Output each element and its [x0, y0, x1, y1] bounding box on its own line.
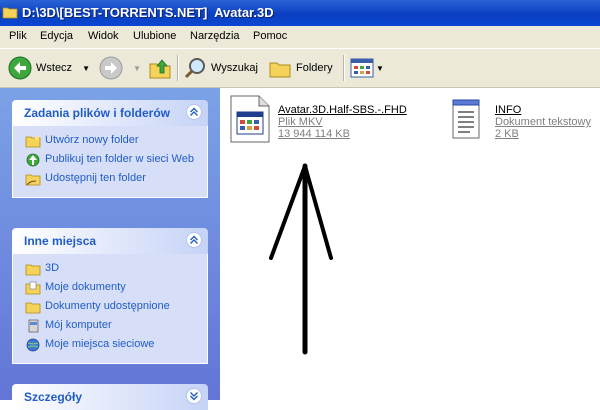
forward-arrow-icon — [99, 56, 123, 80]
tasks-panel-header[interactable]: Zadania plików i folderów — [12, 100, 208, 126]
menu-help[interactable]: Pomoc — [253, 30, 287, 42]
place-my-computer-label: Mój komputer — [45, 319, 112, 331]
expand-chevron-icon[interactable] — [186, 388, 202, 404]
back-arrow-icon — [8, 56, 32, 80]
folder-icon — [2, 7, 18, 19]
forward-button[interactable]: ▼ — [99, 56, 141, 80]
toolbar: Wstecz ▼ ▼ Wyszukaj Foldery ▼ — [0, 49, 600, 88]
back-dropdown-icon[interactable]: ▼ — [82, 64, 90, 73]
search-icon — [184, 58, 205, 79]
task-publish-web[interactable]: Publikuj ten folder w sieci Web — [13, 151, 207, 170]
publish-web-icon — [26, 153, 40, 167]
menu-file[interactable]: Plik — [9, 30, 27, 42]
shared-folder-icon — [25, 302, 41, 314]
place-network[interactable]: Moje miejsca sieciowe — [13, 336, 207, 355]
menu-view[interactable]: Widok — [88, 30, 119, 42]
place-3d-label: 3D — [45, 262, 60, 274]
places-panel: Inne miejsca 3D Moje dokumenty Dokumenty… — [12, 228, 208, 364]
place-my-documents[interactable]: Moje dokumenty — [13, 279, 207, 298]
place-shared-documents-label: Dokumenty udostępnione — [45, 300, 170, 312]
file-view[interactable]: Avatar.3D.Half-SBS.-.FHD Plik MKV 13 944… — [221, 88, 600, 400]
place-shared-documents[interactable]: Dokumenty udostępnione — [13, 298, 207, 317]
task-new-folder[interactable]: Utwórz nowy folder — [13, 132, 207, 151]
folder-icon — [25, 264, 41, 276]
up-folder-icon — [149, 59, 171, 79]
views-dropdown-icon[interactable]: ▼ — [376, 64, 384, 73]
share-folder-icon — [25, 174, 41, 186]
tasks-panel: Zadania plików i folderów Utwórz nowy fo… — [12, 100, 208, 198]
place-my-documents-label: Moje dokumenty — [45, 281, 126, 293]
collapse-chevron-icon[interactable] — [186, 104, 202, 120]
places-panel-header[interactable]: Inne miejsca — [12, 228, 208, 254]
details-panel-header[interactable]: Szczegóły — [12, 384, 208, 410]
task-new-folder-label: Utwórz nowy folder — [45, 134, 139, 146]
folders-label: Foldery — [296, 62, 333, 74]
views-button[interactable]: ▼ — [350, 56, 384, 80]
search-button[interactable]: Wyszukaj — [184, 56, 258, 80]
task-pane: Zadania plików i folderów Utwórz nowy fo… — [0, 88, 220, 410]
forward-dropdown-icon[interactable]: ▼ — [133, 64, 141, 73]
place-my-computer[interactable]: Mój komputer — [13, 317, 207, 336]
menu-edit[interactable]: Edycja — [40, 30, 73, 42]
back-button[interactable]: Wstecz ▼ — [8, 56, 90, 80]
folders-icon — [269, 62, 291, 78]
title-bar[interactable]: D:\3D\[BEST-TORRENTS.NET] Avatar.3D — [0, 0, 600, 26]
documents-folder-icon — [25, 281, 41, 295]
back-label: Wstecz — [36, 62, 73, 74]
task-publish-web-label: Publikuj ten folder w sieci Web — [45, 153, 194, 165]
computer-icon — [28, 319, 39, 333]
drawn-arrow-annotation — [269, 163, 333, 355]
place-network-label: Moje miejsca sieciowe — [45, 338, 155, 350]
place-3d[interactable]: 3D — [13, 260, 207, 279]
menu-favorites[interactable]: Ulubione — [133, 30, 176, 42]
task-share-folder[interactable]: Udostępnij ten folder — [13, 170, 207, 189]
up-folder-button[interactable] — [148, 56, 172, 80]
window-title: D:\3D\[BEST-TORRENTS.NET] Avatar.3D — [22, 5, 274, 20]
new-folder-icon — [25, 136, 41, 148]
tasks-panel-title: Zadania plików i folderów — [24, 106, 171, 120]
folders-button[interactable]: Foldery — [268, 56, 333, 80]
menu-tools[interactable]: Narzędzia — [190, 30, 240, 42]
details-panel-title: Szczegóły — [24, 390, 83, 404]
search-label: Wyszukaj — [211, 62, 258, 74]
network-places-icon — [26, 338, 40, 352]
views-icon — [350, 58, 374, 78]
collapse-chevron-icon[interactable] — [186, 232, 202, 248]
details-panel: Szczegóły — [12, 384, 208, 410]
task-share-folder-label: Udostępnij ten folder — [45, 172, 146, 184]
places-panel-title: Inne miejsca — [24, 234, 97, 248]
menu-bar: Plik Edycja Widok Ulubione Narzędzia Pom… — [0, 26, 600, 49]
